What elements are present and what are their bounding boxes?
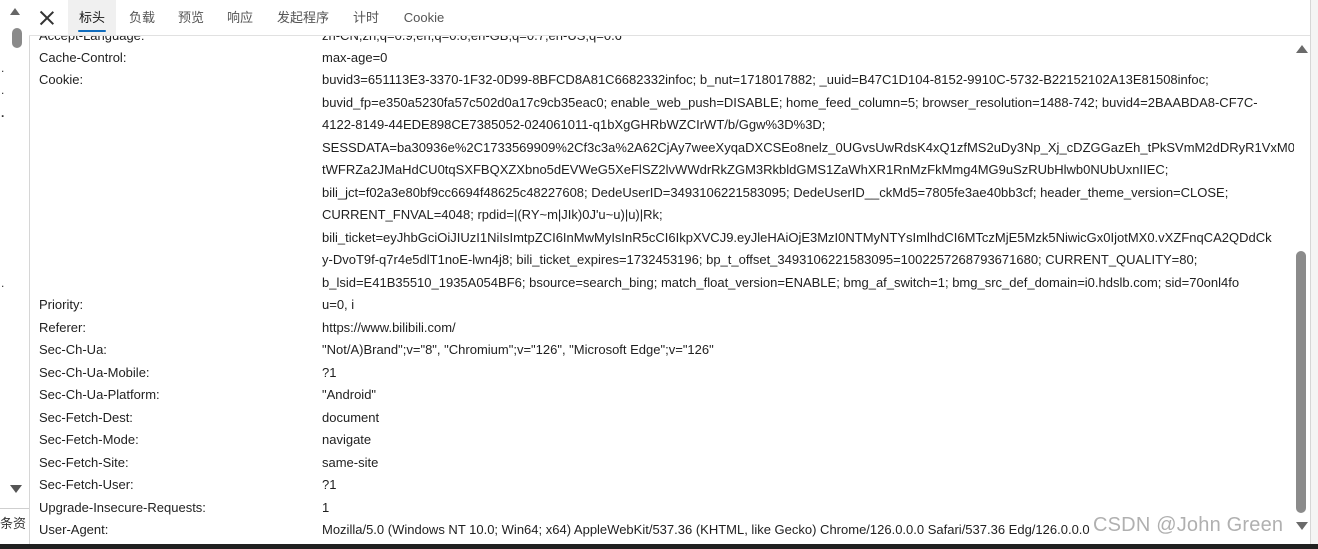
left-scrollbar-thumb[interactable] (12, 28, 22, 48)
header-name: Referer: (39, 319, 86, 335)
active-tab-indicator (78, 30, 106, 32)
tab-label: 标头 (78, 10, 105, 25)
tab-initiator[interactable]: 发起程序 (268, 0, 338, 35)
header-value: navigate (322, 432, 372, 447)
tab-payload[interactable]: 负载 (119, 0, 165, 35)
header-name: Sec-Ch-Ua-Mobile: (39, 364, 150, 380)
tab-label: 负载 (128, 10, 155, 25)
tab-timing[interactable]: 计时 (343, 0, 389, 35)
header-name: Priority: (39, 297, 84, 312)
scroll-down-arrow-icon[interactable] (1296, 522, 1308, 530)
tab-label: 发起程序 (276, 10, 329, 25)
header-name: Upgrade-Insecure-Requests: (39, 499, 206, 515)
vertical-scrollbar[interactable] (1294, 36, 1310, 549)
details-tab-bar: 标头 负载 预览 响应 发起程序 计时 Cookie (29, 0, 1310, 36)
scroll-up-arrow-icon[interactable] (1296, 45, 1308, 53)
header-value-line: bili_ticket=eyJhbGciOiJIUzI1NiIsImtpZCI6… (322, 229, 1272, 245)
header-name: Sec-Fetch-User: (39, 477, 134, 492)
tab-label: Cookie (403, 10, 445, 25)
header-value: zh-CN,zh;q=0.9,en;q=0.8,en-GB;q=0.7,en-U… (322, 36, 1282, 48)
header-value-line: buvid_fp=e350a5230fa57c502d0a17c9cb35eac… (322, 94, 1258, 110)
watermark: CSDN @John Green (1093, 514, 1284, 536)
header-value-line: tWFRZa2JMaHdCU0tqSXFBQXZXbno5dEVWeG5XeFl… (322, 162, 1169, 177)
header-value-line: buvid3=651113E3-3370-1F32-0D99-8BFCD8A81… (322, 72, 1209, 87)
tab-cookies[interactable]: Cookie (396, 0, 452, 35)
header-value: "Not/A)Brand";v="8", "Chromium";v="126",… (322, 342, 714, 357)
tab-label: 预览 (177, 10, 204, 25)
header-value-line: b_lsid=E41B35510_1935A054BF6; bsource=se… (322, 274, 1240, 290)
header-name: Sec-Ch-Ua: (39, 342, 107, 357)
header-value: ?1 (322, 364, 337, 380)
header-value: document (322, 409, 380, 425)
window-edge (1310, 0, 1318, 549)
request-row-marker[interactable]: . (1, 277, 4, 289)
header-value-line: y-DvoT9f-q7r4e5dlT1noE-lwn4j8; bili_tick… (322, 252, 1198, 267)
header-name: User-Agent: (39, 522, 109, 537)
bottom-border (0, 544, 1318, 549)
header-value: "Android" (322, 387, 377, 402)
header-name: Sec-Fetch-Dest: (39, 409, 133, 425)
request-headers-list: Accept-Language: zh-CN,zh;q=0.9,en;q=0.8… (29, 36, 1294, 549)
header-value-line: CURRENT_FNVAL=4048; rpdid=|(RY~m|JIk)0J'… (322, 207, 663, 222)
header-value-line: SESSDATA=ba30936e%2C1733569909%2Cf3c3a%2… (322, 139, 1294, 155)
cookie-value: buvid3=651113E3-3370-1F32-0D99-8BFCD8A81… (322, 69, 1294, 294)
tab-preview[interactable]: 预览 (168, 0, 214, 35)
header-value: same-site (322, 454, 379, 470)
tab-response[interactable]: 响应 (217, 0, 263, 35)
scroll-up-arrow-icon[interactable] (10, 8, 20, 15)
tab-label: 计时 (352, 10, 379, 25)
request-row-marker[interactable]: . (1, 84, 4, 96)
divider (0, 508, 29, 509)
header-value: ?1 (322, 477, 337, 492)
header-value: https://www.bilibili.com/ (322, 319, 456, 335)
request-summary-text: 条资 (0, 516, 27, 531)
request-list-panel: . . . . 条资 (0, 0, 30, 549)
header-name: Sec-Ch-Ua-Platform: (39, 387, 160, 402)
close-icon[interactable] (37, 8, 57, 28)
scroll-down-arrow-icon[interactable] (10, 485, 22, 493)
header-name: Sec-Fetch-Mode: (39, 432, 139, 447)
header-name: Accept-Language: (39, 36, 145, 48)
header-value: max-age=0 (322, 50, 388, 65)
header-value-line: bili_jct=f02a3e80bf9cc6694f48625c4822760… (322, 184, 1229, 200)
header-name: Sec-Fetch-Site: (39, 454, 129, 470)
tab-headers[interactable]: 标头 (68, 0, 116, 35)
request-row-marker[interactable]: . (1, 62, 4, 74)
header-name: Cache-Control: (39, 50, 127, 65)
header-name: Cookie: (39, 72, 84, 87)
tab-label: 响应 (226, 10, 253, 25)
scrollbar-thumb[interactable] (1296, 251, 1306, 513)
request-row-marker[interactable]: . (1, 107, 4, 119)
header-value-line: 4122-8149-44EDE898CE7385052-024061011-q1… (322, 117, 826, 132)
header-value: u=0, i (322, 297, 355, 312)
